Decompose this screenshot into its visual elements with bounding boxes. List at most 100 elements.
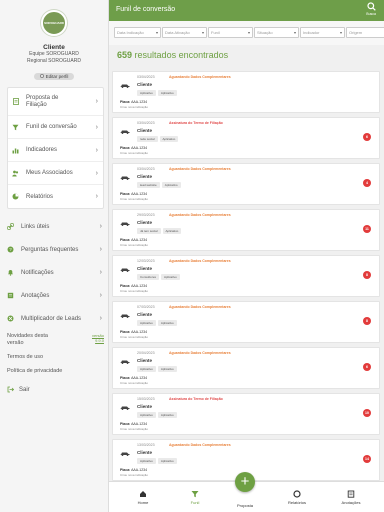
news-link[interactable]: Novidades desta versão <box>7 333 57 347</box>
filter-origem[interactable]: Origem▾ <box>346 27 384 38</box>
tab-home[interactable]: Home <box>123 490 163 505</box>
chevron-down-icon: ▾ <box>339 30 342 35</box>
menu-item-associados[interactable]: Meus Associados › <box>8 162 103 185</box>
origin-tag: rede social <box>137 136 158 142</box>
lead-plate: Placa: AAA-1234 <box>120 376 147 380</box>
menu-item-relatorios[interactable]: Relatórios › <box>8 185 103 208</box>
lead-card[interactable]: 29/03/2023 Aguardando Dados Complementare… <box>112 209 380 251</box>
origin-tag: Aplicativo <box>159 136 179 142</box>
days-badge: 4 <box>363 179 371 187</box>
origin-tag: Aplicativo <box>137 412 156 418</box>
link-icon <box>7 223 14 230</box>
menu-item-links[interactable]: Links úteis › <box>0 215 109 238</box>
tab-label: Funil <box>190 500 200 505</box>
lead-status: Aguardando Dados Complementares <box>169 167 231 171</box>
profile-name: Cliente <box>43 44 65 51</box>
car-icon <box>120 176 130 180</box>
lead-client-name: Cliente <box>137 128 153 133</box>
lead-origin: Criou nova indicação <box>120 381 149 385</box>
pie-chart-icon <box>12 193 19 200</box>
new-proposal-fab[interactable]: + <box>235 472 255 492</box>
menu-label: Perguntas frequentes <box>21 246 79 253</box>
lead-date: 03/04/2023 <box>137 167 155 171</box>
lead-date: 03/04/2023 <box>137 121 155 125</box>
logout-button[interactable]: Sair <box>7 386 30 393</box>
days-badge: 6 <box>363 363 371 371</box>
edit-profile-label: Editar perfil <box>45 73 69 79</box>
plate-label: Placa: <box>120 330 131 334</box>
lead-card[interactable]: 03/04/2023 Aguardando Dados Complementare… <box>112 163 380 205</box>
lead-client-name: Cliente <box>137 358 153 363</box>
tab-relatorios[interactable]: Relatórios <box>277 490 317 505</box>
lead-list: 03/04/2023 Aguardando Dados Complementare… <box>109 71 384 481</box>
notes-icon <box>347 490 355 498</box>
top-bar: Funil de conversão Busca <box>109 0 384 21</box>
logo-text: SOROGUARD <box>44 21 64 25</box>
origin-tag: Aplicativo <box>161 274 180 280</box>
users-icon <box>12 170 19 177</box>
days-badge: 8 <box>363 317 371 325</box>
lead-card[interactable]: 03/04/2023 Aguardando Dados Complementare… <box>112 71 380 113</box>
search-button[interactable]: Busca <box>366 2 376 16</box>
menu-item-notificacoes[interactable]: Notificações › <box>0 261 109 284</box>
plate-label: Placa: <box>120 422 131 426</box>
chevron-right-icon: › <box>95 123 98 131</box>
origin-tag: Aplicativo <box>157 458 177 464</box>
lead-date: 20/04/2023 <box>137 351 155 355</box>
footer-links: Novidades desta versão versão 9.9.0 Term… <box>7 333 104 382</box>
tab-funil[interactable]: Funil <box>175 490 215 505</box>
terms-link[interactable]: Termos de uso <box>7 354 104 361</box>
menu-item-faq[interactable]: ? Perguntas frequentes › <box>0 238 109 261</box>
chevron-down-icon: ▾ <box>293 30 296 35</box>
edit-profile-button[interactable]: Editar perfil <box>33 72 75 80</box>
privacy-link[interactable]: Política de privacidade <box>7 368 104 375</box>
version-link[interactable]: versão 9.9.0 <box>86 333 104 343</box>
lead-client-name: Cliente <box>137 312 153 317</box>
lead-status: Aguardando Dados Complementares <box>169 259 231 263</box>
tab-proposta-label: Proposta <box>236 503 253 508</box>
plate-value: AAA-1234 <box>131 100 148 104</box>
plate-label: Placa: <box>120 146 131 150</box>
lead-client-name: Cliente <box>137 220 153 225</box>
plate-value: AAA-1234 <box>131 146 148 150</box>
car-icon <box>120 452 130 456</box>
company-logo: SOROGUARD <box>41 10 67 36</box>
car-icon <box>120 130 130 134</box>
menu-item-multiplicador[interactable]: Multiplicador de Leads › <box>0 307 109 330</box>
filter-placeholder: Data Ativação <box>165 30 190 35</box>
lead-origin: Criou nova indicação <box>120 197 149 201</box>
plate-label: Placa: <box>120 100 131 104</box>
lead-card[interactable]: 20/04/2023 Aguardando Dados Complementare… <box>112 347 380 389</box>
notes-icon <box>7 292 14 299</box>
filter-bar: Data Indicação ▾ Data Ativação ▾ Funil ▾ Situa… <box>109 21 384 45</box>
plate-label: Placa: <box>120 284 131 288</box>
lead-origin: Criou nova indicação <box>120 289 149 293</box>
filter-placeholder: Data Indicação <box>117 30 144 35</box>
filter-funil[interactable]: Funil ▾ <box>208 27 253 38</box>
menu-item-indicadores[interactable]: Indicadores › <box>8 139 103 162</box>
lead-status: Assinatura do Termo de Filiação <box>169 397 223 401</box>
car-icon <box>120 222 130 226</box>
lead-card[interactable]: 15/03/2023 Assinatura do Termo de Filiaçã… <box>112 393 380 435</box>
filter-data-indicacao[interactable]: Data Indicação ▾ <box>114 27 161 38</box>
menu-item-anotacoes[interactable]: Anotações › <box>0 284 109 307</box>
multiply-icon <box>7 315 14 322</box>
tab-anotacoes[interactable]: Anotações <box>331 490 371 505</box>
car-icon <box>120 84 130 88</box>
days-badge: 8 <box>363 271 371 279</box>
lead-card[interactable]: 07/03/2023 Aguardando Dados Complementare… <box>112 301 380 343</box>
filter-indicador[interactable]: Indicador ▾ <box>300 27 345 38</box>
lead-origin: Criou nova indicação <box>120 473 149 477</box>
days-badge: 14 <box>363 455 371 463</box>
lead-card[interactable]: 12/03/2023 Aguardando Dados Complementare… <box>112 255 380 297</box>
search-icon <box>367 2 376 11</box>
menu-item-proposta[interactable]: Proposta de Filiação › <box>8 88 103 116</box>
filter-placeholder: Indicador <box>303 30 320 35</box>
menu-label: Proposta de Filiação <box>26 94 59 108</box>
lead-card[interactable]: 03/04/2023 Assinatura do Termo de Filiaçã… <box>112 117 380 159</box>
filter-data-ativacao[interactable]: Data Ativação ▾ <box>162 27 207 38</box>
lead-plate: Placa: AAA-1234 <box>120 238 147 242</box>
origin-tag: Aplicativo <box>137 366 156 372</box>
menu-item-funil[interactable]: Funil de conversão › <box>8 116 103 139</box>
filter-situacao[interactable]: Situação ▾ <box>254 27 299 38</box>
